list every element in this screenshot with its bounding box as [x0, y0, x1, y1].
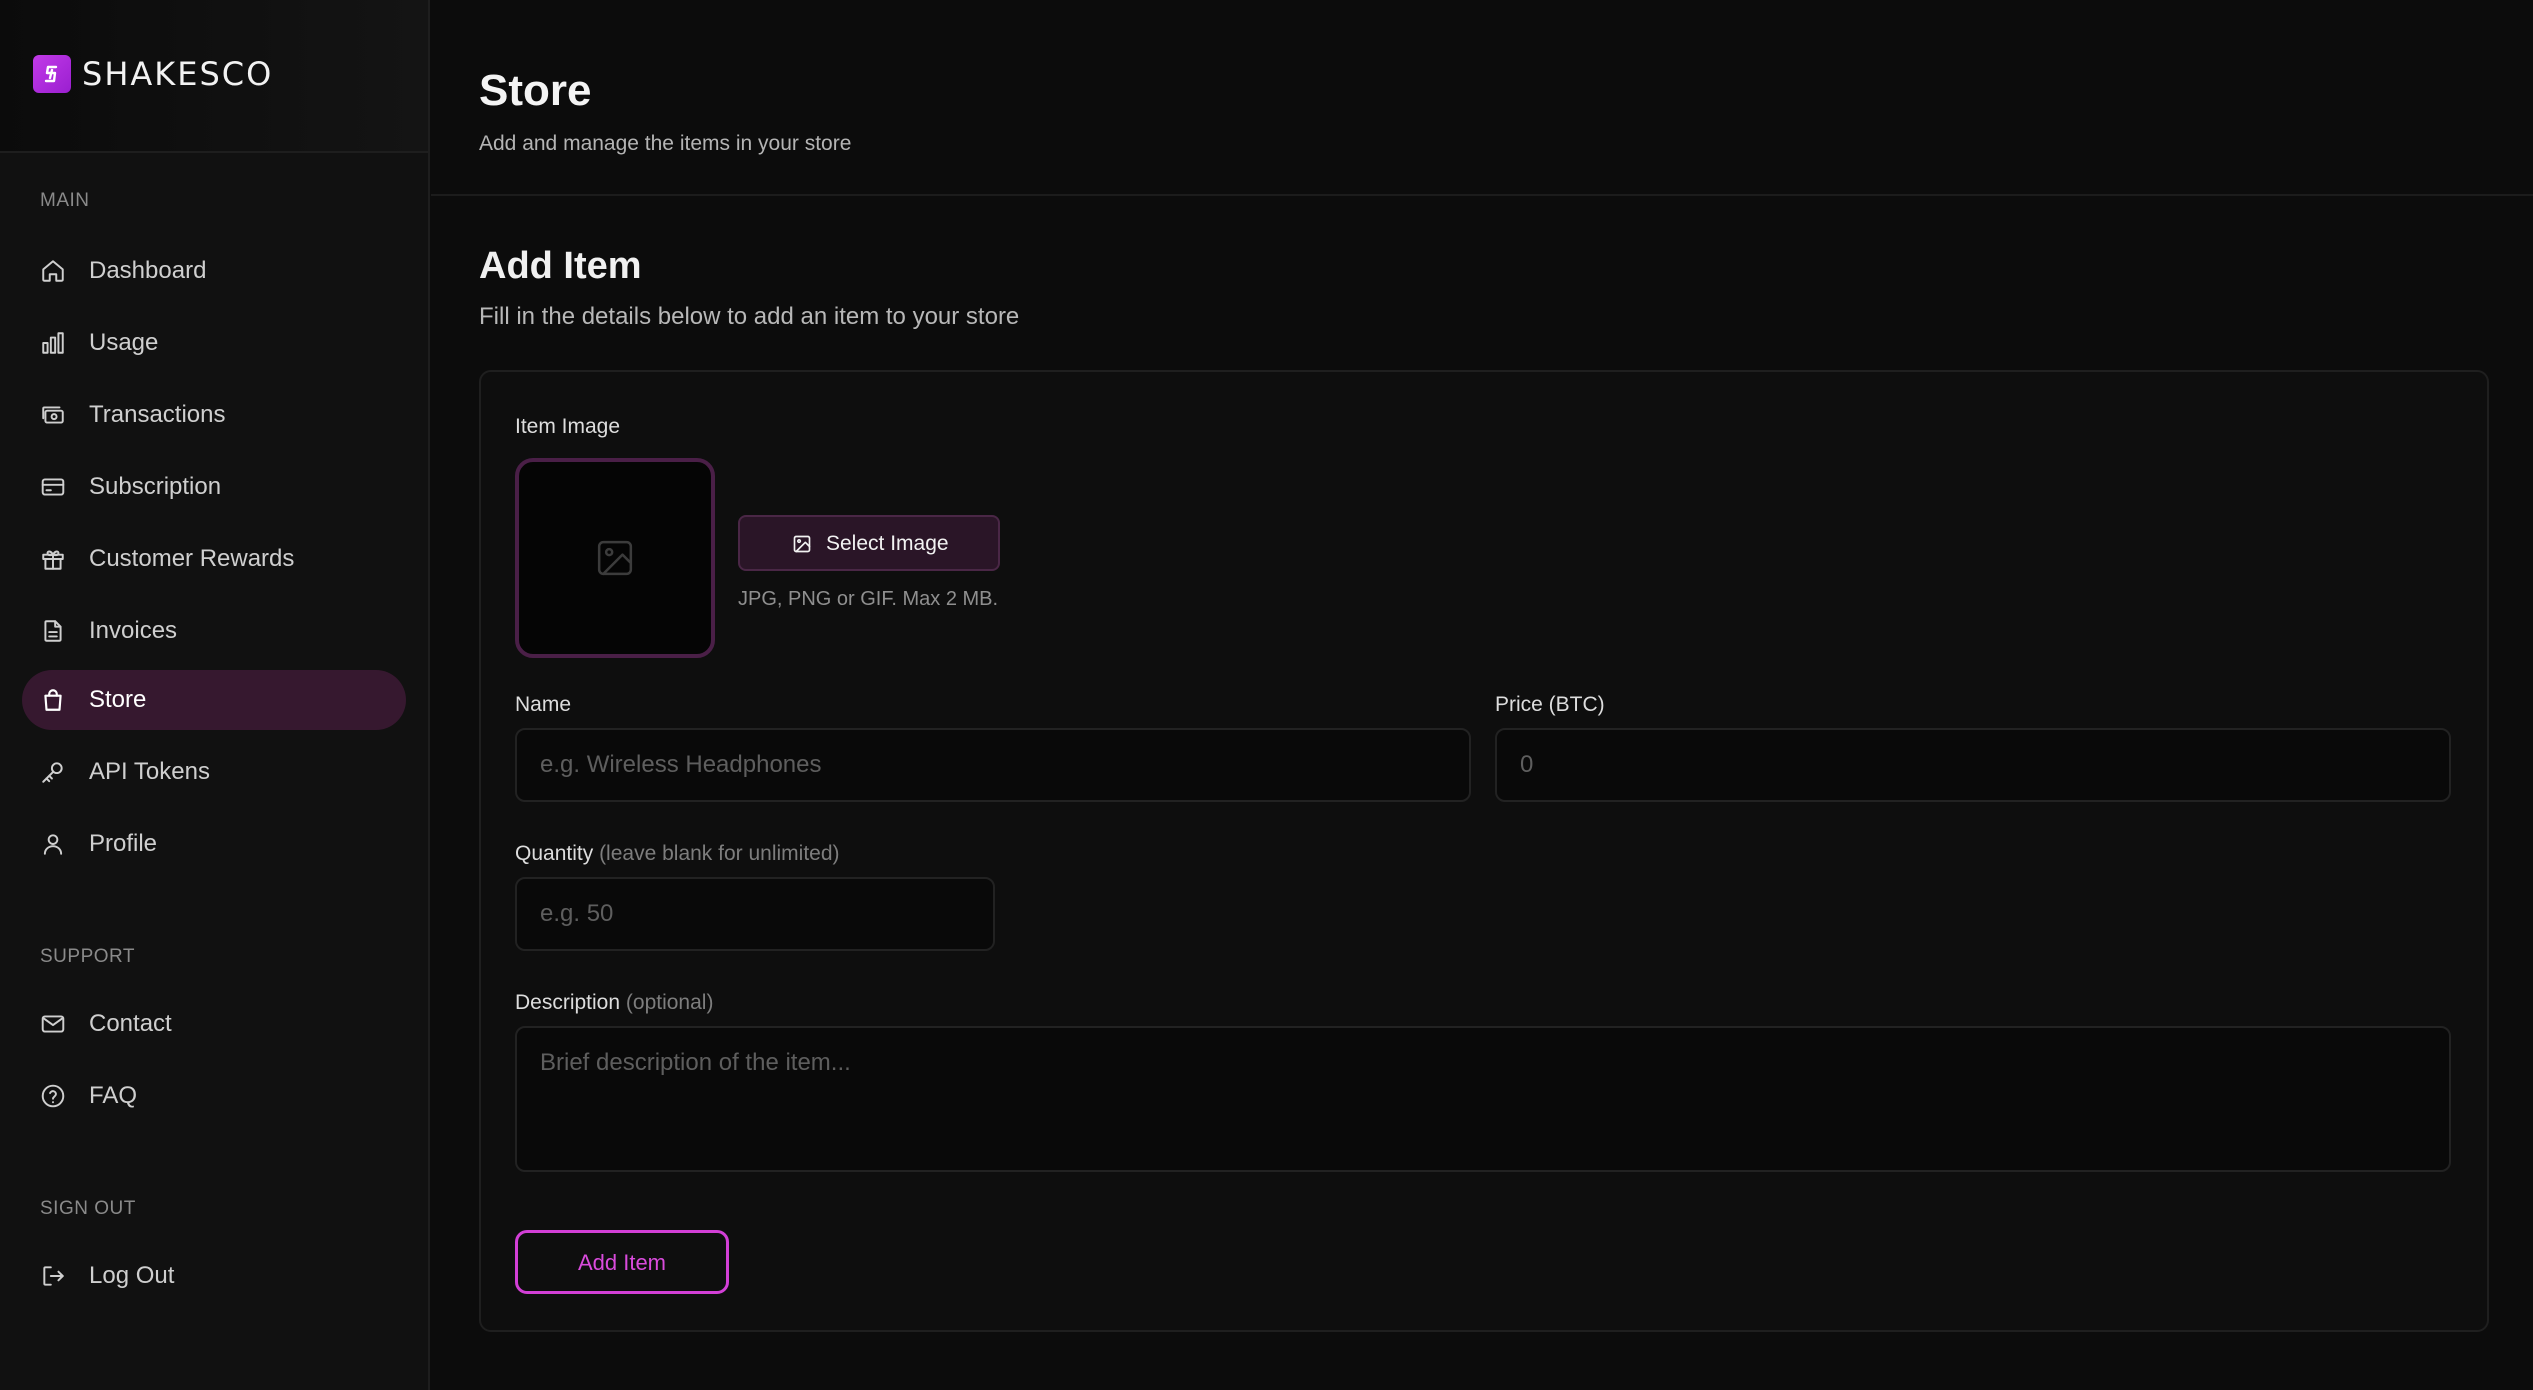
- add-item-button[interactable]: Add Item: [515, 1230, 729, 1294]
- price-input[interactable]: [1495, 728, 2451, 802]
- select-image-button[interactable]: Select Image: [738, 515, 1000, 571]
- sidebar-item-profile[interactable]: Profile: [22, 814, 406, 874]
- quantity-label-text: Quantity: [515, 842, 594, 865]
- sidebar-item-label: Dashboard: [89, 257, 207, 284]
- description-label-note: (optional): [625, 991, 714, 1014]
- add-item-button-label: Add Item: [577, 1250, 667, 1275]
- banknote-icon: [40, 402, 66, 428]
- sidebar-item-api-tokens[interactable]: API Tokens: [22, 742, 406, 802]
- credit-card-icon: [40, 474, 66, 500]
- gift-icon: [40, 546, 66, 572]
- price-label: Price (BTC): [1495, 693, 1605, 716]
- home-icon: [40, 258, 66, 284]
- add-item-heading: Add Item: [479, 245, 642, 287]
- main-content: Store Add and manage the items in your s…: [431, 0, 2533, 1390]
- sidebar-item-label: Log Out: [89, 1262, 175, 1289]
- description-label: Description (optional): [515, 990, 713, 1016]
- sidebar-item-store[interactable]: Store: [22, 670, 406, 730]
- select-image-label: Select Image: [826, 532, 949, 555]
- sidebar-item-label: Invoices: [89, 617, 178, 644]
- brand-logo-icon[interactable]: [33, 55, 71, 93]
- bar-chart-icon: [40, 330, 66, 356]
- sidebar-item-faq[interactable]: FAQ: [22, 1066, 406, 1126]
- section-title-main: MAIN: [40, 190, 90, 211]
- image-format-hint: JPG, PNG or GIF. Max 2 MB.: [738, 588, 999, 610]
- sidebar: SHAKESCO MAIN Dashboard Usage Transactio…: [0, 0, 430, 1390]
- sidebar-item-usage[interactable]: Usage: [22, 313, 406, 373]
- sidebar-item-label: Store: [89, 686, 147, 713]
- sidebar-item-label: Contact: [89, 1010, 172, 1037]
- sidebar-item-label: API Tokens: [89, 758, 210, 785]
- item-image-preview[interactable]: [515, 458, 715, 658]
- add-item-form-card: Item Image Select Image JPG, PNG or GIF.…: [479, 370, 2489, 1332]
- sidebar-item-label: Transactions: [89, 401, 226, 428]
- name-label: Name: [515, 693, 572, 716]
- description-label-text: Description: [515, 991, 621, 1014]
- sidebar-item-label: FAQ: [89, 1082, 138, 1109]
- page-header: Store Add and manage the items in your s…: [431, 0, 2533, 196]
- page-subtitle: Add and manage the items in your store: [479, 132, 852, 155]
- brand-header: SHAKESCO: [0, 0, 428, 153]
- image-icon: [793, 535, 811, 553]
- add-item-description: Fill in the details below to add an item…: [479, 303, 1020, 330]
- image-icon: [597, 540, 633, 576]
- name-input[interactable]: [515, 728, 1471, 802]
- help-circle-icon: [40, 1083, 66, 1109]
- sidebar-item-dashboard[interactable]: Dashboard: [22, 241, 406, 301]
- sidebar-item-subscription[interactable]: Subscription: [22, 457, 406, 517]
- sidebar-item-contact[interactable]: Contact: [22, 994, 406, 1054]
- key-icon: [40, 759, 66, 785]
- quantity-label-note: (leave blank for unlimited): [599, 842, 840, 865]
- section-title-sign-out: SIGN OUT: [40, 1198, 136, 1219]
- sidebar-item-label: Usage: [89, 329, 159, 356]
- description-textarea[interactable]: [515, 1026, 2451, 1172]
- section-title-support: SUPPORT: [40, 946, 136, 967]
- sidebar-item-label: Subscription: [89, 473, 222, 500]
- page-title: Store: [479, 66, 592, 115]
- file-icon: [40, 618, 66, 644]
- brand-name[interactable]: SHAKESCO: [82, 56, 273, 92]
- app-root: SHAKESCO MAIN Dashboard Usage Transactio…: [0, 0, 2533, 1390]
- item-image-label: Item Image: [515, 415, 621, 438]
- quantity-input[interactable]: [515, 877, 995, 951]
- log-out-icon: [40, 1263, 66, 1289]
- user-icon: [40, 831, 66, 857]
- shopping-bag-icon: [40, 687, 66, 713]
- quantity-label: Quantity (leave blank for unlimited): [515, 841, 840, 867]
- sidebar-item-log-out[interactable]: Log Out: [22, 1246, 406, 1306]
- sidebar-item-transactions[interactable]: Transactions: [22, 385, 406, 445]
- sidebar-item-customer-rewards[interactable]: Customer Rewards: [22, 529, 406, 589]
- sidebar-item-label: Customer Rewards: [89, 545, 295, 572]
- sidebar-item-label: Profile: [89, 830, 158, 857]
- sidebar-item-invoices[interactable]: Invoices: [22, 601, 406, 661]
- mail-icon: [40, 1011, 66, 1037]
